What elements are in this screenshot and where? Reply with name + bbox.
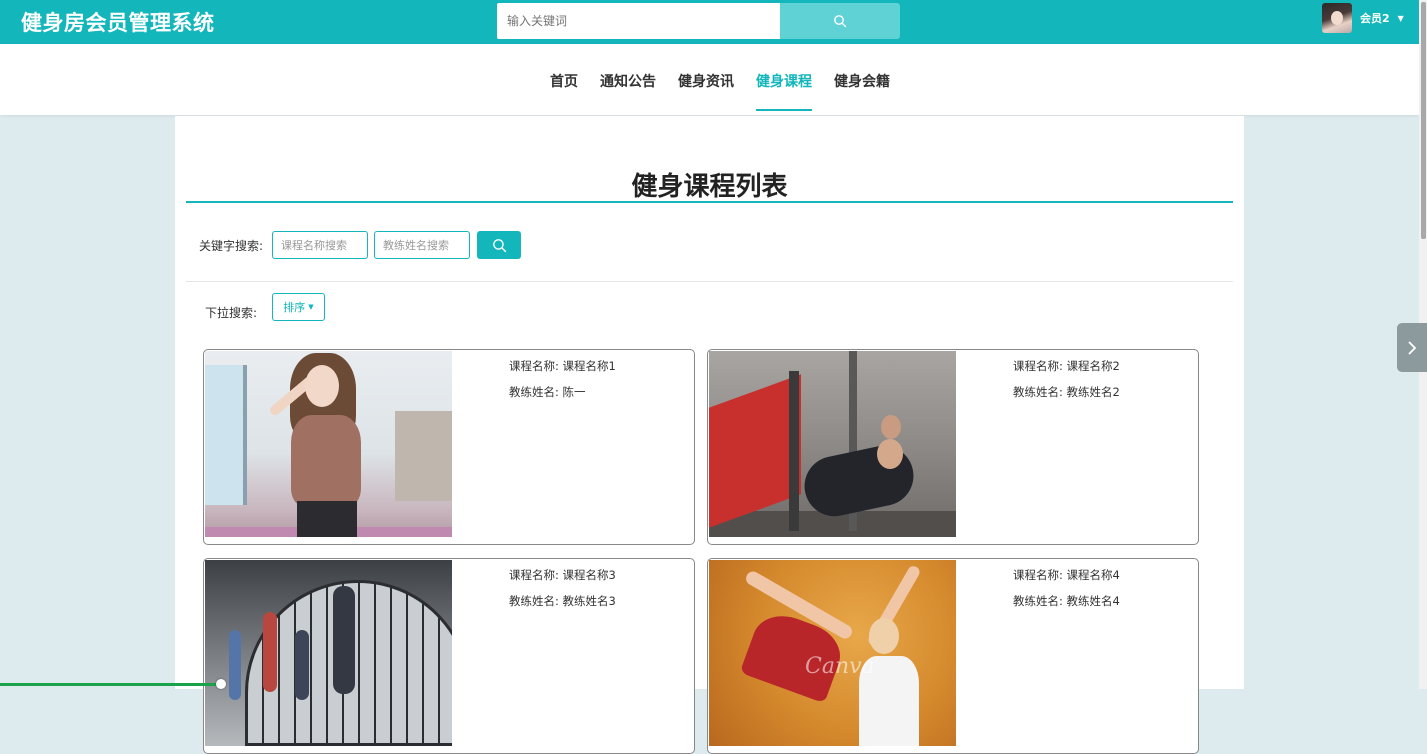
coach-name-row: 教练姓名: 教练姓名4 <box>1013 594 1120 608</box>
dropdown-search-label: 下拉搜索: <box>205 306 258 320</box>
video-progress-handle[interactable] <box>216 679 226 689</box>
app-title: 健身房会员管理系统 <box>21 11 215 35</box>
main-content: 健身课程列表 关键字搜索: 下拉搜索: 排序 ▼ 课程名称: 课程名称1 教练姓… <box>175 116 1244 754</box>
scrollbar-thumb[interactable] <box>1421 2 1426 239</box>
course-name: 课程名称4 <box>1066 568 1120 582</box>
user-name[interactable]: 会员2 <box>1360 10 1390 26</box>
main-nav: 首页 通知公告 健身资讯 健身课程 健身会籍 <box>0 44 1419 115</box>
avatar[interactable] <box>1322 3 1352 33</box>
nav-item-courses[interactable]: 健身课程 <box>756 44 812 115</box>
sort-label: 排序 <box>283 301 306 314</box>
course-name-row: 课程名称: 课程名称1 <box>509 359 616 373</box>
coach-name: 陈一 <box>562 385 586 399</box>
header-search-input[interactable] <box>497 3 780 39</box>
nav-item-notices[interactable]: 通知公告 <box>600 44 656 115</box>
course-image[interactable] <box>205 351 452 537</box>
title-underline <box>186 201 1233 203</box>
video-progress-bar[interactable] <box>0 683 222 686</box>
course-name-row: 课程名称: 课程名称4 <box>1013 568 1120 582</box>
course-card[interactable]: Canva 课程名称: 课程名称4 教练姓名: 教练姓名4 <box>707 558 1199 754</box>
course-name-row: 课程名称: 课程名称2 <box>1013 359 1120 373</box>
course-name-row: 课程名称: 课程名称3 <box>509 568 616 582</box>
top-bar: 健身房会员管理系统 会员2 ▼ <box>0 0 1427 44</box>
course-image[interactable] <box>709 351 956 537</box>
coach-name: 教练姓名4 <box>1066 594 1120 608</box>
image-watermark: Canva <box>805 654 875 679</box>
course-card[interactable]: 课程名称: 课程名称2 教练姓名: 教练姓名2 <box>707 349 1199 545</box>
nav-item-home[interactable]: 首页 <box>550 44 578 115</box>
keyword-search-button[interactable] <box>477 231 521 259</box>
course-card[interactable]: 课程名称: 课程名称1 教练姓名: 陈一 <box>203 349 695 545</box>
caret-down-icon: ▼ <box>308 303 314 311</box>
keyword-search-label: 关键字搜索: <box>199 239 264 253</box>
search-icon <box>492 238 506 252</box>
page-title: 健身课程列表 <box>631 172 788 202</box>
header-search-button[interactable] <box>780 3 900 39</box>
coach-name-row: 教练姓名: 陈一 <box>509 385 586 399</box>
coach-name: 教练姓名3 <box>562 594 616 608</box>
coach-name-row: 教练姓名: 教练姓名3 <box>509 594 616 608</box>
coach-name-search-input[interactable] <box>374 231 470 259</box>
user-menu[interactable]: 会员2 ▼ <box>1322 2 1404 34</box>
chevron-right-icon <box>1408 340 1417 355</box>
course-image[interactable] <box>205 560 452 746</box>
coach-name: 教练姓名2 <box>1066 385 1120 399</box>
course-name: 课程名称2 <box>1066 359 1120 373</box>
side-next-button[interactable] <box>1397 323 1427 372</box>
course-name: 课程名称1 <box>562 359 616 373</box>
nav-item-membership[interactable]: 健身会籍 <box>834 44 890 115</box>
caret-down-icon[interactable]: ▼ <box>1398 14 1404 23</box>
coach-name-row: 教练姓名: 教练姓名2 <box>1013 385 1120 399</box>
course-name-search-input[interactable] <box>272 231 368 259</box>
nav-item-news[interactable]: 健身资讯 <box>678 44 734 115</box>
divider <box>186 281 1233 282</box>
search-icon <box>834 15 847 28</box>
sort-dropdown[interactable]: 排序 ▼ <box>272 293 325 321</box>
course-card[interactable]: 课程名称: 课程名称3 教练姓名: 教练姓名3 <box>203 558 695 754</box>
header-search <box>497 3 900 39</box>
course-name: 课程名称3 <box>562 568 616 582</box>
course-image[interactable]: Canva <box>709 560 956 746</box>
